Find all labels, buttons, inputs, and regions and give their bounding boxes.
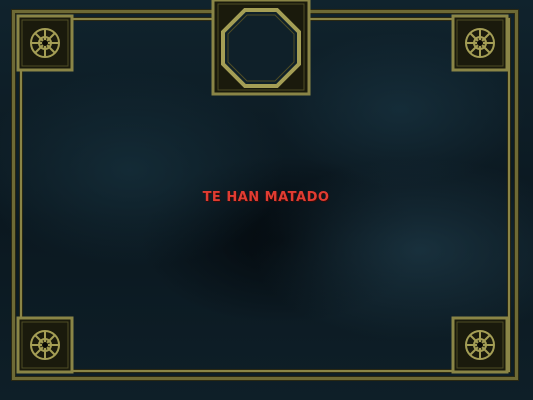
portrait-frame-icon	[211, 0, 311, 96]
game-screen: TE HAN MATADO	[0, 0, 533, 400]
death-message: TE HAN MATADO	[202, 190, 330, 205]
corner-ornament-icon	[16, 316, 74, 374]
corner-ornament-icon	[451, 14, 509, 72]
corner-ornament-icon	[451, 316, 509, 374]
corner-ornament-icon	[16, 14, 74, 72]
